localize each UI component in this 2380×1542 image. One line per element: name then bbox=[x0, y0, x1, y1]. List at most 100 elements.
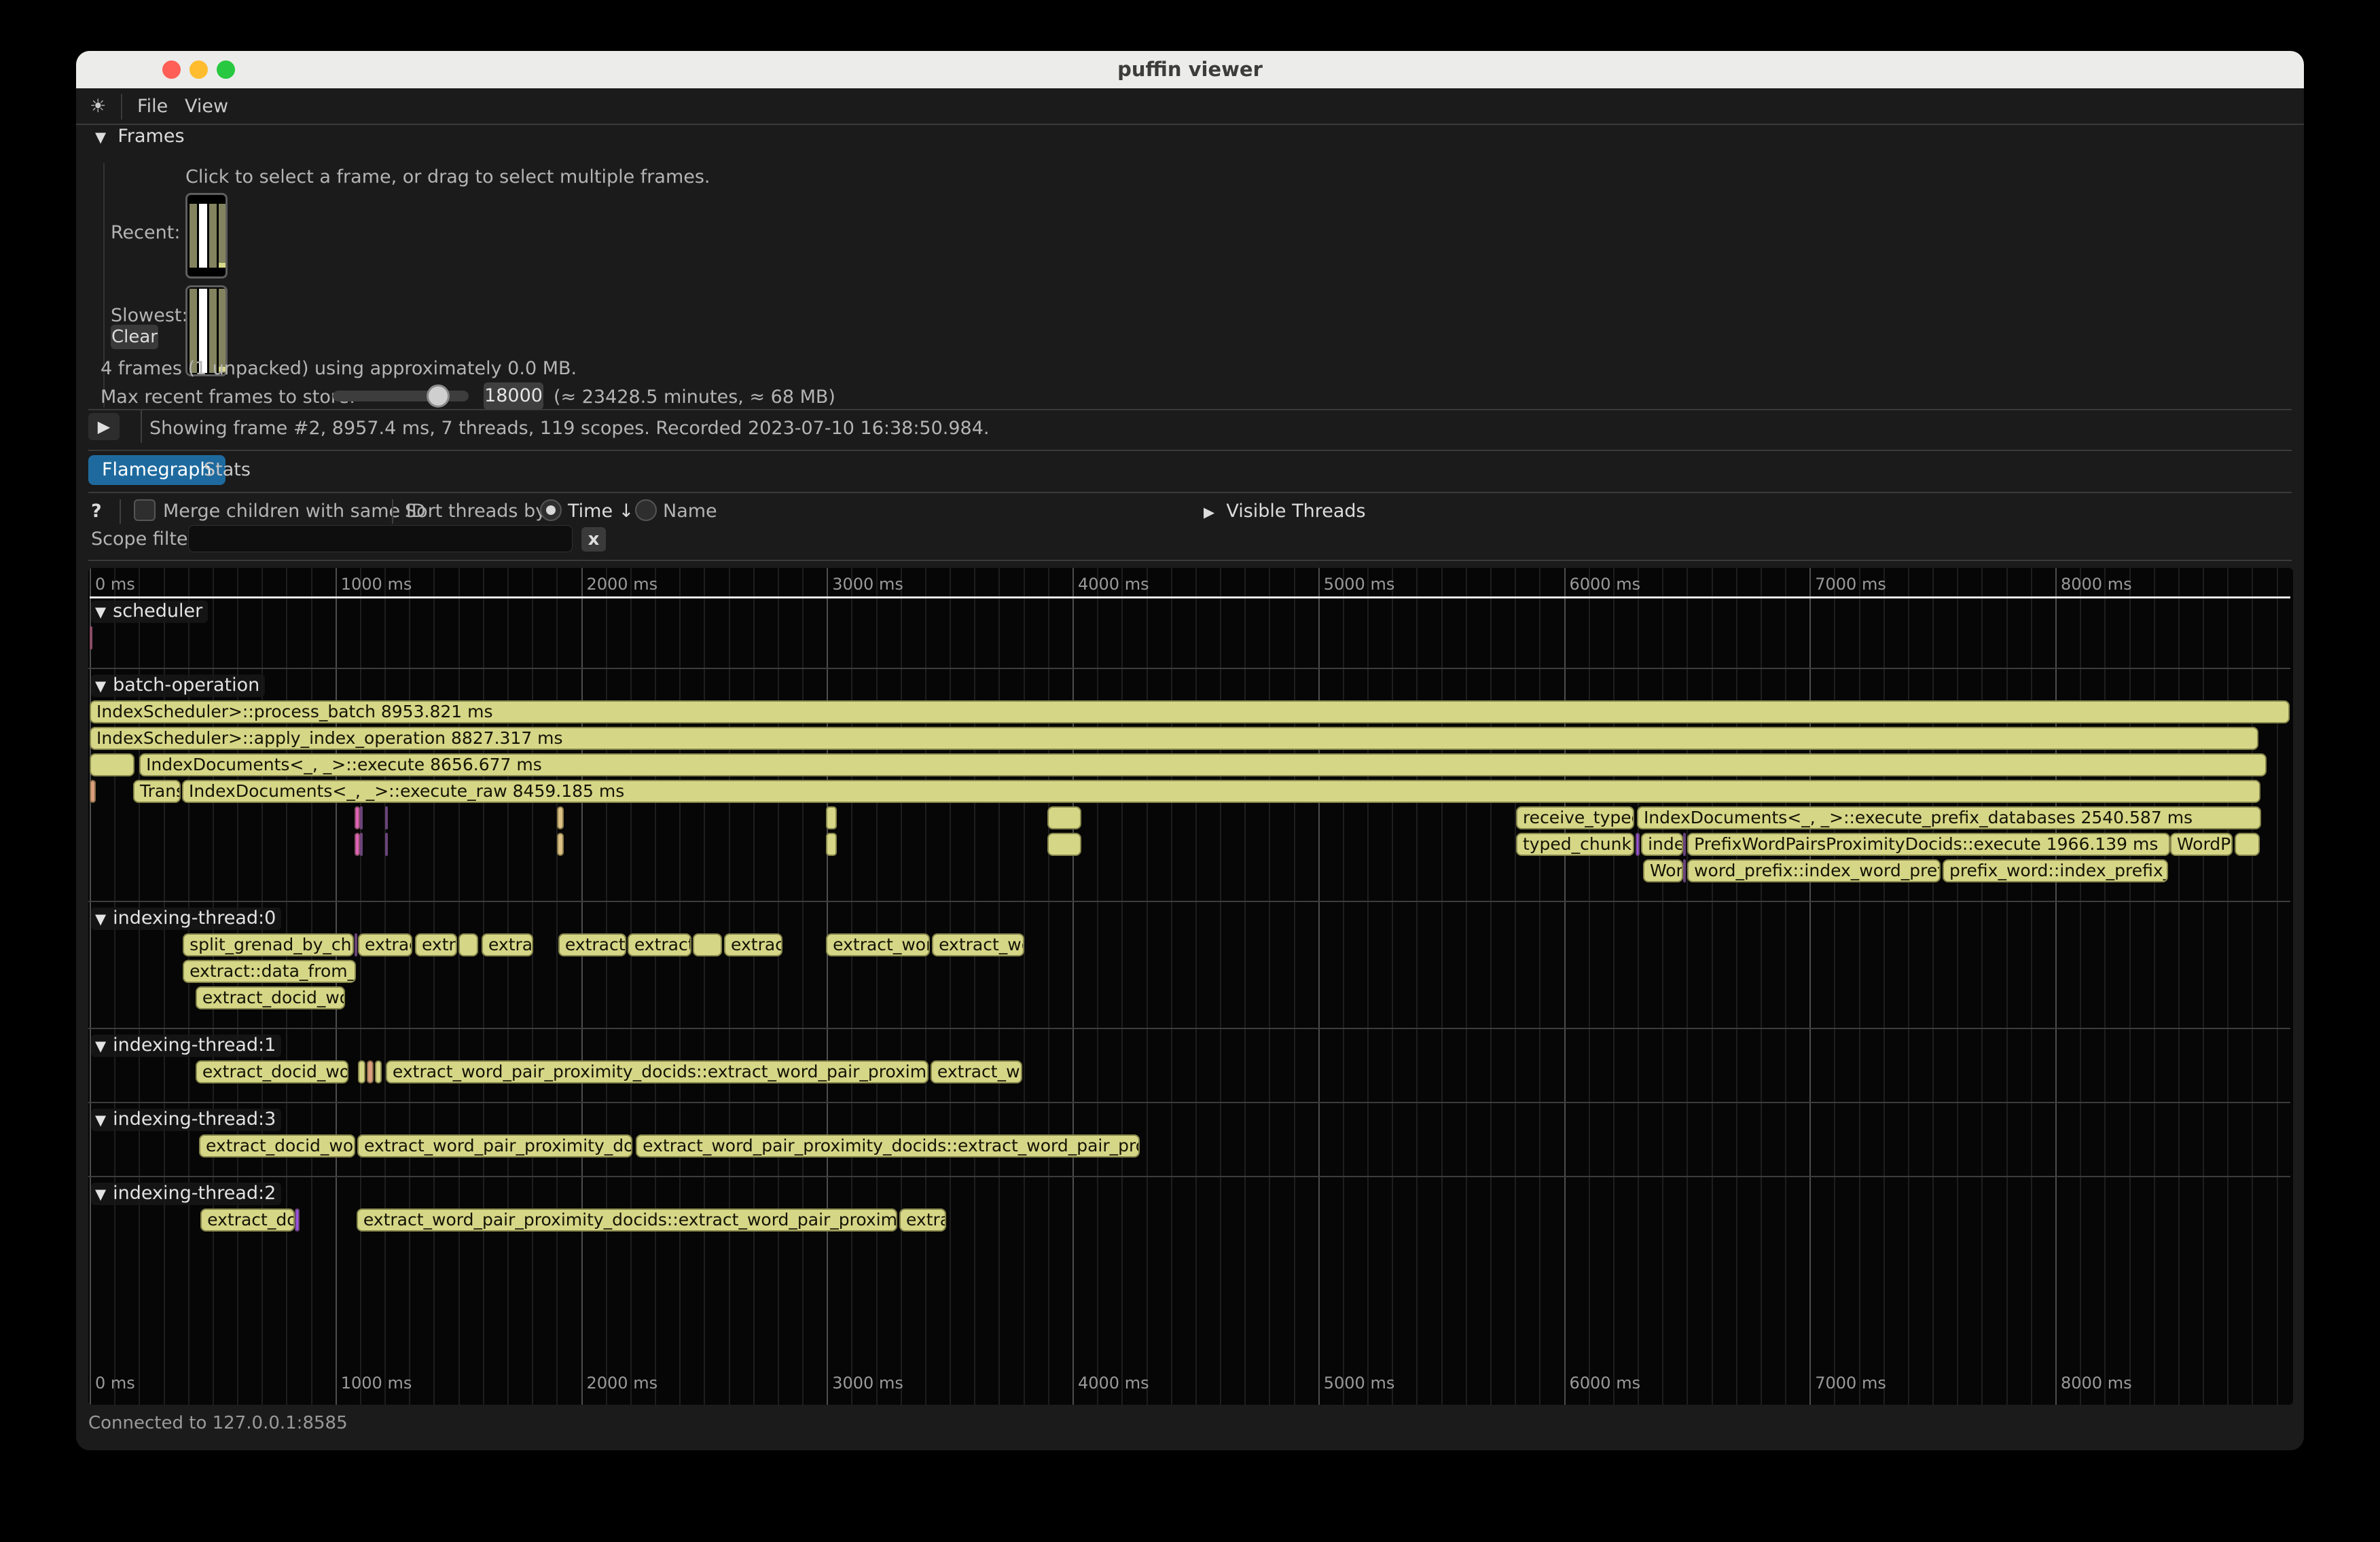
scope-bar[interactable]: word_prefix::index_word_prefix_ bbox=[1687, 859, 1941, 882]
scope-bar[interactable]: extra bbox=[415, 933, 457, 956]
scope-bar[interactable] bbox=[826, 833, 837, 856]
scope-bar[interactable] bbox=[90, 753, 134, 776]
scope-bar[interactable] bbox=[375, 1060, 382, 1083]
scope-bar[interactable] bbox=[358, 1060, 365, 1083]
menu-file[interactable]: File bbox=[137, 88, 168, 125]
scope-bar[interactable] bbox=[360, 833, 363, 856]
merge-children-checkbox[interactable] bbox=[134, 499, 156, 521]
scope-bar[interactable]: IndexDocuments<_, _>::execute_raw 8459.1… bbox=[182, 780, 2260, 803]
scope-bar[interactable]: extrac bbox=[899, 1208, 946, 1232]
sort-time-radio[interactable] bbox=[540, 499, 562, 521]
frame-bar[interactable] bbox=[190, 204, 197, 268]
max-frames-value[interactable]: 18000 bbox=[484, 382, 543, 410]
play-pause-button[interactable]: ▶ bbox=[88, 413, 120, 440]
scope-bar[interactable]: PrefixWordPairsProximityDocids::execute … bbox=[1687, 833, 2170, 856]
thread-header-scheduler[interactable]: ▼scheduler bbox=[91, 600, 208, 623]
frame-bar[interactable] bbox=[209, 204, 217, 268]
gridline-major bbox=[827, 568, 828, 1405]
scope-bar[interactable]: index bbox=[1641, 833, 1683, 856]
scope-bar[interactable]: extract_word_pair_proximity_docids::extr… bbox=[357, 1208, 897, 1232]
gridline-minor bbox=[1097, 568, 1098, 1405]
scope-bar[interactable]: split_grenad_by_chun bbox=[183, 933, 354, 956]
scope-bar[interactable]: Trans bbox=[133, 780, 181, 803]
gridline-major bbox=[1072, 568, 1074, 1405]
thread-header-indexing-thread-2[interactable]: ▼indexing-thread:2 bbox=[91, 1183, 281, 1205]
scope-bar[interactable] bbox=[2235, 833, 2260, 856]
help-button[interactable]: ? bbox=[91, 501, 102, 522]
frames-section-header[interactable]: ▼ Frames bbox=[95, 126, 185, 147]
scope-bar[interactable]: extract_word_pair_proximity_docids::extr… bbox=[386, 1060, 928, 1083]
menu-view[interactable]: View bbox=[185, 88, 228, 125]
scope-bar[interactable]: IndexDocuments<_, _>::execute 8656.677 m… bbox=[139, 753, 2267, 776]
clear-button[interactable]: Clear bbox=[111, 325, 158, 349]
scope-bar[interactable]: extract_docid_word bbox=[196, 986, 345, 1009]
clear-filter-button[interactable]: x bbox=[581, 527, 606, 552]
sort-name-label[interactable]: Name bbox=[663, 501, 717, 522]
scope-bar[interactable] bbox=[90, 626, 92, 649]
scope-bar[interactable] bbox=[385, 833, 388, 856]
flamegraph-canvas[interactable]: 0 ms0 ms1000 ms1000 ms2000 ms2000 ms3000… bbox=[88, 568, 2293, 1405]
gridline-minor bbox=[655, 568, 656, 1405]
gridline-minor bbox=[729, 568, 730, 1405]
scope-bar[interactable] bbox=[355, 806, 360, 829]
scope-bar[interactable]: extract_wo bbox=[931, 1060, 1022, 1083]
frame-bar[interactable] bbox=[219, 204, 226, 268]
scope-bar[interactable] bbox=[355, 833, 360, 856]
scope-bar[interactable] bbox=[1683, 859, 1686, 882]
recent-frames-thumbnail[interactable] bbox=[185, 193, 228, 279]
scope-bar[interactable] bbox=[1683, 833, 1686, 856]
scope-bar[interactable] bbox=[693, 933, 722, 956]
scope-bar[interactable]: IndexDocuments<_, _>::execute_prefix_dat… bbox=[1637, 806, 2261, 829]
scope-bar[interactable]: extrac bbox=[482, 933, 533, 956]
titlebar: puffin viewer bbox=[76, 51, 2304, 88]
scope-bar[interactable] bbox=[557, 833, 564, 856]
scope-bar[interactable]: typed_chunk::w bbox=[1516, 833, 1634, 856]
theme-toggle-icon[interactable]: ☀ bbox=[90, 88, 106, 125]
scope-filter-input[interactable] bbox=[188, 525, 573, 552]
thread-separator bbox=[88, 1176, 2290, 1177]
frame-bar-selected[interactable] bbox=[199, 204, 207, 268]
scope-bar[interactable]: extract_docid_word bbox=[199, 1134, 355, 1158]
scope-bar[interactable]: IndexScheduler>::process_batch 8953.821 … bbox=[90, 700, 2290, 723]
scope-bar[interactable] bbox=[1636, 833, 1640, 856]
visible-threads-header[interactable]: ▶ Visible Threads bbox=[1204, 501, 1366, 522]
scope-bar[interactable] bbox=[826, 806, 837, 829]
scope-bar[interactable]: extract_doc bbox=[200, 1208, 295, 1232]
gridline-minor bbox=[876, 568, 878, 1405]
scope-bar[interactable]: extract_ bbox=[628, 933, 691, 956]
thread-header-indexing-thread-0[interactable]: ▼indexing-thread:0 bbox=[91, 908, 281, 930]
scope-bar[interactable]: extract_ bbox=[558, 933, 626, 956]
scope-bar[interactable] bbox=[1047, 806, 1081, 829]
scope-bar[interactable]: extract bbox=[724, 933, 782, 956]
scope-bar[interactable]: prefix_word::index_prefix_wo bbox=[1943, 859, 2168, 882]
scope-bar[interactable] bbox=[1047, 833, 1081, 856]
tab-stats[interactable]: Stats bbox=[190, 455, 264, 485]
scope-bar[interactable]: extract_word_pair_proximity_docids::extr… bbox=[636, 1134, 1140, 1158]
scope-bar[interactable]: extract_word_pair_proximity_docids bbox=[357, 1134, 632, 1158]
gridline-minor bbox=[1932, 568, 1934, 1405]
sort-time-label[interactable]: Time ↓ bbox=[568, 501, 634, 522]
scope-bar[interactable]: Word bbox=[1643, 859, 1683, 882]
scope-bar[interactable]: WordPr bbox=[2170, 833, 2233, 856]
scope-bar[interactable] bbox=[360, 806, 363, 829]
scope-bar[interactable]: extract::data_from_ob bbox=[183, 960, 356, 983]
scope-bar[interactable]: IndexScheduler>::apply_index_operation 8… bbox=[90, 727, 2258, 750]
sort-name-radio[interactable] bbox=[635, 499, 657, 521]
scope-bar[interactable] bbox=[458, 933, 478, 956]
scope-bar[interactable]: extract bbox=[358, 933, 412, 956]
thread-header-indexing-thread-3[interactable]: ▼indexing-thread:3 bbox=[91, 1109, 281, 1131]
thread-header-batch-operation[interactable]: ▼batch-operation bbox=[91, 675, 265, 697]
scope-bar[interactable] bbox=[557, 806, 564, 829]
scope-bar[interactable] bbox=[355, 933, 357, 956]
scope-bar[interactable]: extract_word bbox=[826, 933, 930, 956]
scope-bar[interactable] bbox=[367, 1060, 374, 1083]
thread-header-indexing-thread-1[interactable]: ▼indexing-thread:1 bbox=[91, 1035, 281, 1057]
scope-bar[interactable]: extract_docid_word bbox=[196, 1060, 348, 1083]
gridline-minor bbox=[1687, 568, 1688, 1405]
max-frames-slider-knob[interactable] bbox=[427, 384, 450, 408]
scope-bar[interactable] bbox=[90, 780, 96, 803]
scope-bar[interactable]: extract_wo bbox=[932, 933, 1024, 956]
scope-bar[interactable] bbox=[385, 806, 388, 829]
scope-bar[interactable]: receive_typed_ bbox=[1516, 806, 1634, 829]
scope-bar[interactable] bbox=[295, 1208, 300, 1232]
